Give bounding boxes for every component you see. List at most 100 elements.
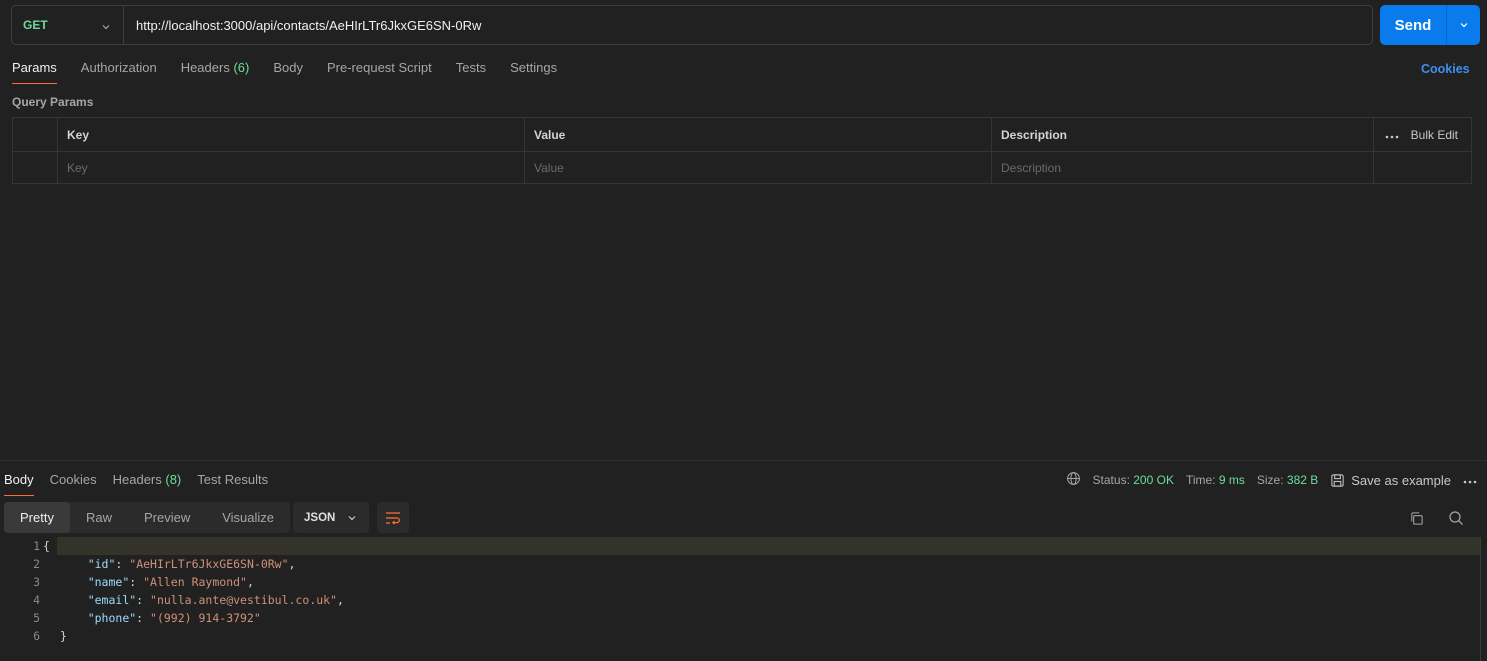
status-info[interactable]: Status: 200 OK: [1093, 473, 1174, 487]
code-line: 1{: [33, 537, 1480, 555]
save-as-example-label: Save as example: [1351, 472, 1451, 488]
code-line: 2 "id": "AeHIrLTr6JkxGE6SN-0Rw",: [0, 555, 1480, 573]
cookies-link[interactable]: Cookies: [1421, 62, 1470, 76]
method-select[interactable]: GET: [12, 6, 124, 44]
response-panel: Body Cookies Headers (8) Test Results St…: [0, 460, 1487, 661]
send-button-group: Send: [1380, 5, 1480, 45]
line-number: 2: [33, 557, 40, 571]
bulk-edit-button[interactable]: Bulk Edit: [1411, 128, 1458, 142]
row-checkbox-cell: [13, 152, 58, 184]
tab-params[interactable]: Params: [12, 58, 57, 84]
line-number: 1: [33, 539, 40, 553]
view-visualize[interactable]: Visualize: [206, 502, 290, 533]
tab-label: Headers: [112, 472, 162, 487]
response-tabs: Body Cookies Headers (8) Test Results: [4, 470, 284, 496]
copy-icon[interactable]: [1407, 509, 1425, 527]
tab-label: Cookies: [49, 472, 97, 487]
chevron-down-icon: [101, 20, 111, 30]
line-number: 5: [33, 611, 40, 625]
tab-settings[interactable]: Settings: [510, 58, 557, 82]
request-tabs: Params Authorization Headers (6) Body Pr…: [12, 58, 581, 86]
description-input[interactable]: Description: [992, 152, 1374, 184]
tab-response-headers[interactable]: Headers (8): [113, 470, 182, 494]
send-button[interactable]: Send: [1380, 5, 1447, 45]
size-info[interactable]: Size: 382 B: [1257, 473, 1318, 487]
more-options-icon[interactable]: [1385, 128, 1399, 142]
tab-label: Body: [273, 60, 303, 75]
more-options-icon[interactable]: [1463, 473, 1477, 487]
table-row: Key Value Description: [13, 151, 1471, 184]
code-line: 5 "phone": "(992) 914-3792": [0, 609, 1480, 627]
code-text: "id": "AeHIrLTr6JkxGE6SN-0Rw",: [87, 557, 296, 571]
column-header-key: Key: [58, 118, 525, 151]
tab-pre-request-script[interactable]: Pre-request Script: [327, 58, 432, 82]
tab-response-body[interactable]: Body: [4, 470, 34, 496]
key-input[interactable]: Key: [58, 152, 525, 184]
scrollbar-track[interactable]: [1480, 537, 1481, 661]
code-line: 4 "email": "nulla.ante@vestibul.co.uk",: [0, 591, 1480, 609]
tab-authorization[interactable]: Authorization: [81, 58, 157, 82]
line-number: 4: [33, 593, 40, 607]
code-line: 6}: [0, 627, 1480, 645]
tab-label: Pre-request Script: [326, 60, 432, 75]
tab-body[interactable]: Body: [273, 58, 303, 82]
method-label: GET: [23, 18, 48, 32]
wrap-lines-button[interactable]: [377, 502, 409, 533]
search-icon[interactable]: [1447, 509, 1465, 527]
wrap-lines-icon: [386, 511, 400, 525]
tab-count: (6): [233, 60, 250, 75]
line-number: 3: [33, 575, 40, 589]
code-text: {: [43, 539, 50, 553]
tab-label: Body: [4, 472, 34, 487]
bulk-edit-cell: Bulk Edit: [1374, 118, 1471, 151]
tab-tests[interactable]: Tests: [456, 58, 486, 82]
code-text: }: [60, 629, 67, 643]
column-header-description: Description: [992, 118, 1374, 151]
chevron-down-icon: [348, 515, 356, 520]
status-value: 200 OK: [1133, 473, 1174, 487]
time-info[interactable]: Time: 9 ms: [1186, 473, 1245, 487]
code-text: "name": "Allen Raymond",: [87, 575, 254, 589]
size-label: Size:: [1256, 473, 1284, 487]
checkbox-column-header: [13, 118, 58, 151]
tab-label: Params: [12, 60, 57, 75]
save-icon: [1331, 473, 1344, 487]
tab-label: Test Results: [197, 472, 269, 487]
params-table: Key Value Description Bulk Edit Key Valu…: [12, 117, 1472, 184]
code-line: 3 "name": "Allen Raymond",: [0, 573, 1480, 591]
value-input[interactable]: Value: [525, 152, 992, 184]
globe-icon[interactable]: [1066, 471, 1081, 489]
url-input[interactable]: [124, 6, 1372, 44]
line-number: 6: [33, 629, 40, 643]
response-status-bar: Status: 200 OK Time: 9 ms Size: 382 B Sa…: [1066, 471, 1477, 489]
format-select[interactable]: JSON: [293, 502, 369, 533]
view-pretty[interactable]: Pretty: [4, 502, 70, 533]
view-raw[interactable]: Raw: [70, 502, 128, 533]
code-text: "email": "nulla.ante@vestibul.co.uk",: [87, 593, 344, 607]
send-options-button[interactable]: [1447, 5, 1480, 45]
row-actions-cell: [1374, 152, 1471, 184]
tab-test-results[interactable]: Test Results: [197, 470, 268, 494]
time-value: 9 ms: [1218, 473, 1245, 487]
code-text: "phone": "(992) 914-3792": [87, 611, 261, 625]
response-code-view[interactable]: 1{2 "id": "AeHIrLTr6JkxGE6SN-0Rw", 3 "nam…: [0, 537, 1480, 645]
status-label: Status:: [1092, 473, 1130, 487]
view-mode-segmented: Pretty Raw Preview Visualize: [4, 502, 291, 533]
tab-response-cookies[interactable]: Cookies: [50, 470, 97, 494]
save-as-example-button[interactable]: Save as example: [1330, 473, 1451, 488]
query-params-title: Query Params: [12, 95, 94, 109]
tab-label: Authorization: [80, 60, 157, 75]
size-value: 382 B: [1286, 473, 1319, 487]
column-header-value: Value: [525, 118, 992, 151]
table-header-row: Key Value Description Bulk Edit: [13, 118, 1471, 151]
view-preview[interactable]: Preview: [128, 502, 206, 533]
format-label: JSON: [304, 511, 336, 524]
url-bar: GET: [11, 5, 1373, 45]
chevron-down-icon: [1460, 23, 1467, 28]
tab-headers[interactable]: Headers (6): [181, 58, 250, 82]
tab-label: Headers: [180, 60, 230, 75]
tab-count: (8): [165, 472, 182, 487]
tab-label: Tests: [455, 60, 487, 75]
time-label: Time:: [1185, 473, 1216, 487]
tab-label: Settings: [510, 60, 558, 75]
